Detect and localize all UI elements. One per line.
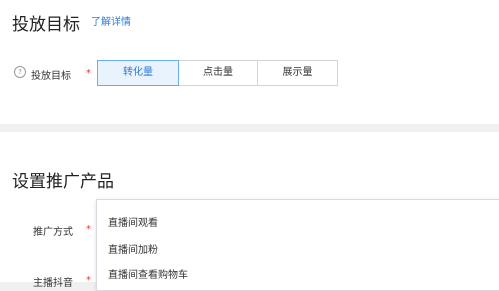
learn-more-link[interactable]: 了解详情 <box>91 13 131 28</box>
goal-option-clicks[interactable]: 点击量 <box>179 60 258 86</box>
product-section-title: 设置推广产品 <box>12 172 114 192</box>
promotion-method-label: 推广方式 <box>33 227 73 238</box>
required-mark: * <box>86 275 91 286</box>
goal-option-impressions[interactable]: 展示量 <box>258 60 338 86</box>
promotion-method-dropdown: 直播间观看 直播间加粉 直播间查看购物车 <box>96 199 499 291</box>
dropdown-option-live-cart[interactable]: 直播间查看购物车 <box>108 266 188 281</box>
required-mark: * <box>86 68 91 79</box>
dropdown-option-live-watch[interactable]: 直播间观看 <box>108 214 158 229</box>
goal-option-conversion[interactable]: 转化量 <box>97 60 179 86</box>
dropdown-option-live-follow[interactable]: 直播间加粉 <box>108 241 158 256</box>
goal-section-title: 投放目标 <box>12 15 80 35</box>
required-mark: * <box>86 224 91 235</box>
question-circle-icon[interactable]: ? <box>14 66 26 78</box>
goal-field-label: 投放目标 <box>31 71 71 82</box>
goal-segmented-control: 转化量 点击量 展示量 <box>97 60 338 86</box>
